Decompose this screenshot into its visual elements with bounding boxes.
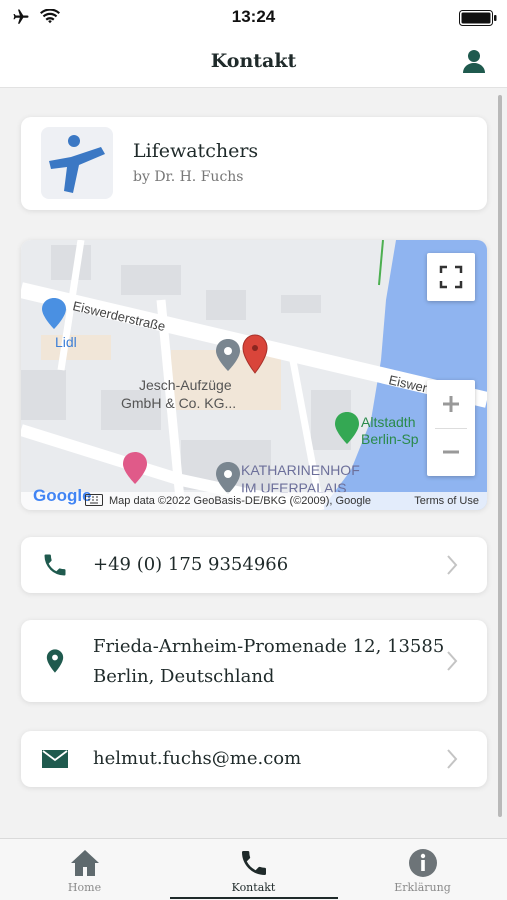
phone-number: +49 (0) 175 9354966 <box>93 554 289 575</box>
tab-label: Erklärung <box>394 881 451 894</box>
zoom-in-icon[interactable] <box>427 380 475 428</box>
phone-row[interactable]: +49 (0) 175 9354966 <box>21 537 487 593</box>
tab-label: Home <box>67 881 102 894</box>
keyboard-icon[interactable] <box>85 494 103 506</box>
google-logo: Google <box>33 486 92 505</box>
tab-bar: Home Kontakt Erklärung <box>0 838 507 900</box>
tab-kontakt[interactable]: Kontakt <box>169 839 338 900</box>
phone-icon <box>241 851 266 875</box>
status-bar: 13:24 <box>0 0 507 36</box>
fullscreen-icon <box>439 265 463 289</box>
nav-bar: Kontakt <box>0 36 507 88</box>
address-line-1: Frieda-Arnheim-Promenade 12, 13585 <box>93 636 445 657</box>
place-label: KATHARINENHOF <box>241 462 360 478</box>
figure-logo-icon <box>49 135 105 193</box>
battery-icon <box>459 10 497 26</box>
place-label: Altstadth <box>361 414 416 430</box>
chevron-right-icon <box>447 651 458 671</box>
email-address: helmut.fuchs@me.com <box>93 748 302 769</box>
status-time: 13:24 <box>231 7 276 26</box>
envelope-icon <box>42 750 68 768</box>
address-row[interactable]: Frieda-Arnheim-Promenade 12, 13585 Berli… <box>21 620 487 702</box>
place-label: GmbH & Co. KG... <box>121 395 237 411</box>
location-pin-icon <box>46 649 64 673</box>
tab-label: Kontakt <box>231 881 276 894</box>
app-author: by Dr. H. Fuchs <box>133 169 244 185</box>
chevron-right-icon <box>447 555 458 575</box>
app-logo <box>41 127 113 199</box>
place-label: Jesch-Aufzüge <box>139 377 232 393</box>
tab-home[interactable]: Home <box>0 839 169 900</box>
tab-erklaerung[interactable]: Erklärung <box>338 839 507 900</box>
active-tab-indicator <box>170 897 338 899</box>
terms-of-use-link[interactable]: Terms of Use <box>414 495 479 507</box>
zoom-controls <box>427 380 475 476</box>
map-view[interactable]: Eiswerderstraße Eiswerderstraß Lidl Jesc… <box>21 240 487 510</box>
home-icon <box>70 850 99 876</box>
place-label: Berlin-Sp <box>361 431 419 447</box>
app-name: Lifewatchers <box>133 140 259 162</box>
map-attribution: Map data ©2022 GeoBasis-DE/BKG (©2009), … <box>109 495 372 507</box>
fullscreen-button[interactable] <box>427 253 475 301</box>
profile-icon[interactable] <box>461 48 487 74</box>
email-row[interactable]: helmut.fuchs@me.com <box>21 731 487 787</box>
address-line-2: Berlin, Deutschland <box>93 666 275 687</box>
place-label-lidl: Lidl <box>55 334 77 350</box>
page-title: Kontakt <box>210 50 297 72</box>
phone-icon <box>44 554 66 576</box>
scroll-indicator[interactable] <box>498 95 502 817</box>
zoom-out-icon[interactable] <box>427 428 475 476</box>
info-icon <box>408 849 437 877</box>
app-info-card: Lifewatchers by Dr. H. Fuchs <box>21 117 487 210</box>
chevron-right-icon <box>447 749 458 769</box>
